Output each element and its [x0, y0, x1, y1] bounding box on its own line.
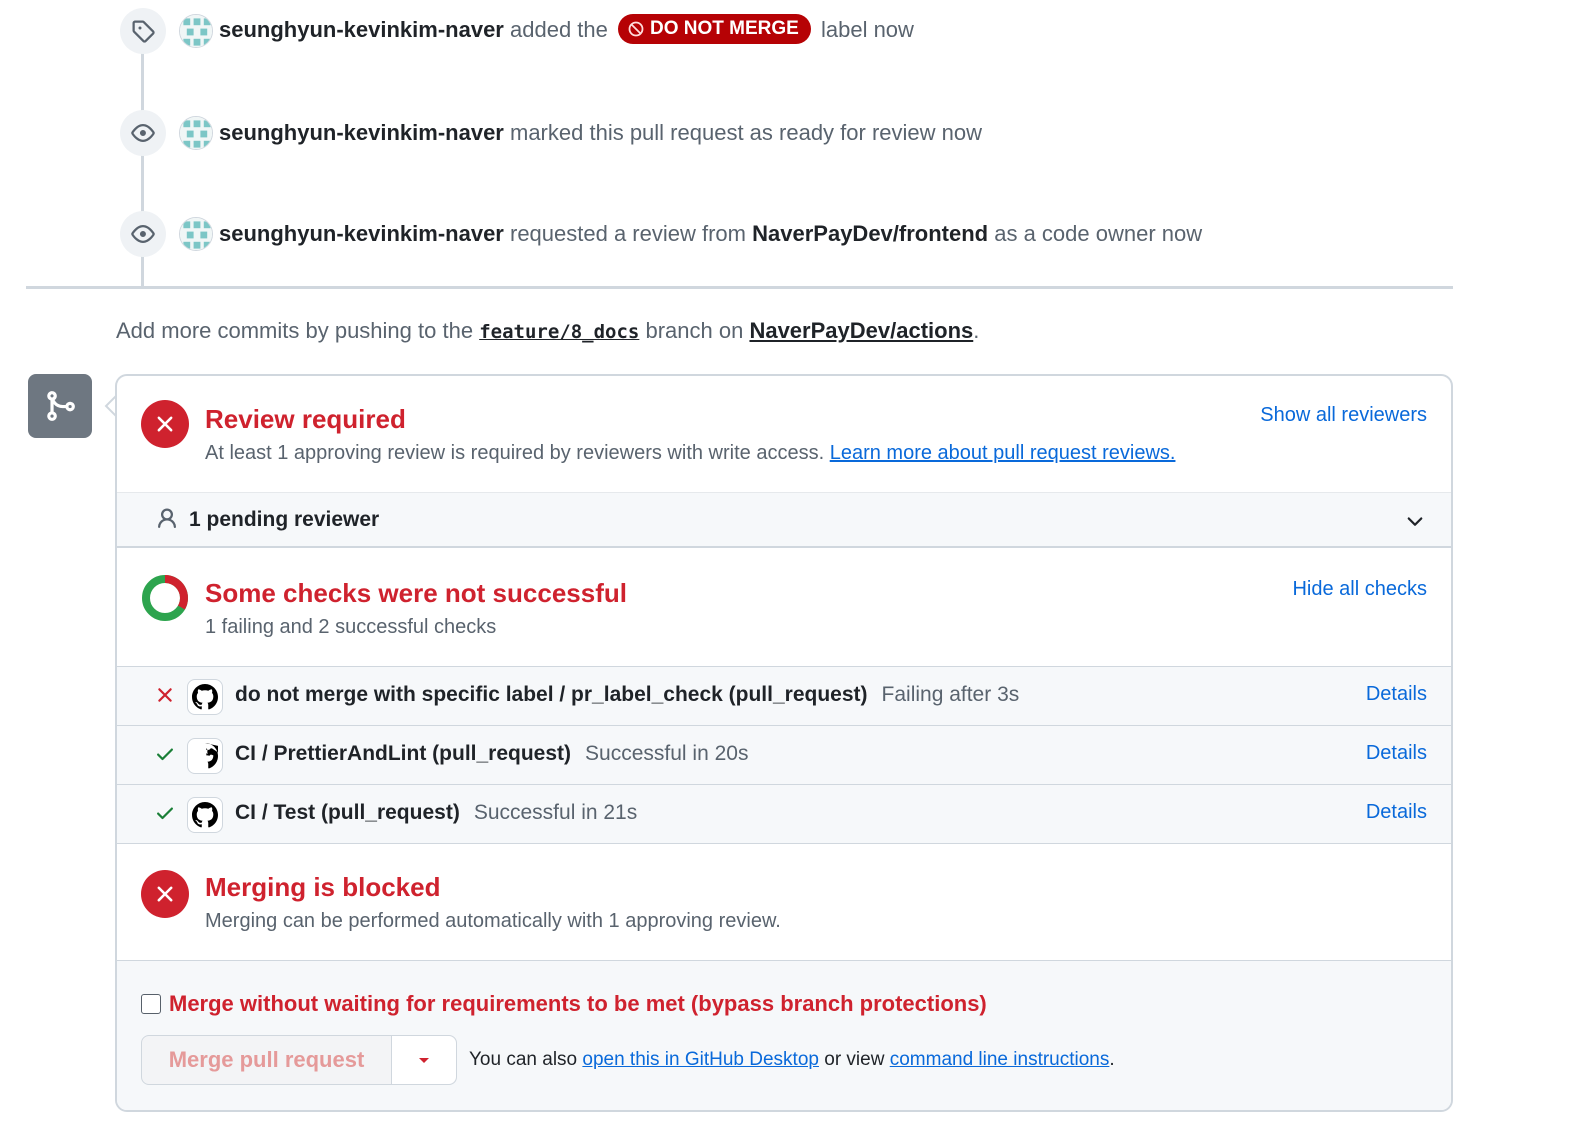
event-action: added the	[510, 16, 608, 42]
merge-box: Review required At least 1 approving rev…	[115, 374, 1453, 1112]
x-circle-icon	[141, 870, 189, 918]
check-name: CI / PrettierAndLint (pull_request) Succe…	[235, 742, 748, 766]
alt-prefix: You can also	[469, 1049, 578, 1070]
check-duration: Successful in 20s	[585, 742, 749, 765]
command-line-link[interactable]: command line instructions	[890, 1049, 1110, 1070]
no-entry-icon	[628, 21, 644, 37]
review-section: Review required At least 1 approving rev…	[117, 376, 1451, 492]
author-link[interactable]: seunghyun-kevinkim-naver	[219, 221, 504, 246]
x-circle-icon	[141, 400, 189, 448]
check-title: CI / PrettierAndLint (pull_request)	[235, 742, 572, 765]
merge-blocked-title: Merging is blocked	[205, 872, 441, 902]
check-duration: Successful in 21s	[473, 801, 638, 824]
checks-title: Some checks were not successful	[205, 578, 627, 608]
review-title: Review required	[205, 404, 406, 434]
pending-reviewer-count: 1 pending reviewer	[189, 508, 380, 531]
checks-section: Some checks were not successful 1 failin…	[117, 550, 1451, 666]
check-name: do not merge with specific label / pr_la…	[235, 683, 1019, 707]
merge-status-section: Merging is blocked Merging can be perfor…	[117, 843, 1451, 960]
alternate-merge-text: You can also open this in GitHub Desktop…	[469, 1049, 1115, 1071]
author-link[interactable]: seunghyun-kevinkim-naver	[219, 120, 504, 145]
tag-icon	[120, 8, 166, 54]
person-icon	[158, 508, 176, 529]
push-hint-prefix: Add more commits by pushing to the	[116, 318, 474, 343]
label-text: DO NOT MERGE	[650, 18, 799, 39]
do-not-merge-label[interactable]: DO NOT MERGE	[618, 14, 811, 44]
bypass-option: Merge without waiting for requirements t…	[141, 991, 987, 1017]
check-name: CI / Test (pull_request) Successful in 21…	[235, 801, 637, 825]
avatar[interactable]	[179, 217, 213, 251]
check-icon	[157, 748, 173, 761]
learn-more-link[interactable]: Learn more about pull request reviews.	[830, 442, 1176, 464]
github-desktop-link[interactable]: open this in GitHub Desktop	[582, 1049, 819, 1070]
merge-button-group: Merge pull request	[141, 1035, 457, 1085]
details-link[interactable]: Details	[1366, 801, 1427, 824]
hide-all-checks-link[interactable]: Hide all checks	[1292, 578, 1427, 601]
eye-icon	[120, 211, 166, 257]
alt-middle: or view	[824, 1049, 885, 1070]
github-logo-icon	[187, 738, 223, 774]
event-action-suffix: label now	[820, 16, 914, 42]
bypass-checkbox[interactable]	[141, 994, 161, 1014]
team-link[interactable]: NaverPayDev/frontend	[752, 221, 988, 246]
repo-link[interactable]: NaverPayDev/actions	[749, 318, 973, 343]
review-desc-text: At least 1 approving review is required …	[205, 442, 825, 464]
event-action: marked this pull request as ready for re…	[510, 120, 982, 145]
event-text: seunghyun-kevinkim-naver requested a rev…	[219, 221, 1202, 247]
timeline-event-label: seunghyun-kevinkim-naver added the DO NO…	[120, 8, 914, 54]
github-logo-icon	[187, 679, 223, 715]
avatar[interactable]	[179, 14, 213, 48]
review-desc: At least 1 approving review is required …	[205, 442, 1175, 465]
push-hint-suffix: .	[973, 318, 980, 343]
event-text: seunghyun-kevinkim-naver marked this pul…	[219, 120, 982, 146]
x-icon	[158, 688, 172, 702]
check-duration: Failing after 3s	[881, 683, 1020, 706]
author-link[interactable]: seunghyun-kevinkim-naver	[219, 17, 504, 42]
check-icon	[157, 807, 173, 820]
details-link[interactable]: Details	[1366, 683, 1427, 706]
chevron-down-icon[interactable]	[1405, 511, 1425, 531]
bypass-label[interactable]: Merge without waiting for requirements t…	[169, 991, 987, 1017]
merge-actions: Merge without waiting for requirements t…	[117, 960, 1451, 1110]
show-all-reviewers-link[interactable]: Show all reviewers	[1260, 404, 1427, 427]
pending-reviewers-row[interactable]: 1 pending reviewer	[117, 492, 1451, 548]
checks-summary: 1 failing and 2 successful checks	[205, 616, 497, 638]
check-row: CI / PrettierAndLint (pull_request) Succe…	[117, 725, 1451, 784]
checks-progress-ring-icon	[142, 575, 188, 621]
timeline-divider	[26, 286, 1453, 289]
avatar[interactable]	[179, 116, 213, 150]
push-hint: Add more commits by pushing to the featu…	[116, 318, 979, 344]
alt-suffix: .	[1109, 1049, 1115, 1070]
check-title: do not merge with specific label / pr_la…	[235, 683, 868, 706]
timeline-event-ready: seunghyun-kevinkim-naver marked this pul…	[120, 110, 982, 156]
branch-name[interactable]: feature/8_docs	[479, 321, 639, 343]
push-hint-middle: branch on	[645, 318, 744, 343]
merge-blocked-desc: Merging can be performed automatically w…	[205, 910, 781, 932]
merge-options-dropdown[interactable]	[392, 1036, 456, 1084]
event-action: requested a review from	[510, 221, 746, 246]
check-row: do not merge with specific label / pr_la…	[117, 666, 1451, 725]
event-action-suffix: as a code owner now	[994, 221, 1203, 246]
details-link[interactable]: Details	[1366, 742, 1427, 765]
github-logo-icon	[187, 797, 223, 833]
event-text: seunghyun-kevinkim-naver added the DO NO…	[219, 14, 914, 46]
merge-pull-request-button[interactable]: Merge pull request	[142, 1036, 392, 1084]
triangle-down-icon	[419, 1058, 429, 1063]
timeline-event-review-request: seunghyun-kevinkim-naver requested a rev…	[120, 211, 1202, 257]
git-merge-icon	[28, 374, 92, 438]
check-row: CI / Test (pull_request) Successful in 21…	[117, 784, 1451, 843]
check-title: CI / Test (pull_request)	[235, 801, 460, 824]
eye-icon	[120, 110, 166, 156]
